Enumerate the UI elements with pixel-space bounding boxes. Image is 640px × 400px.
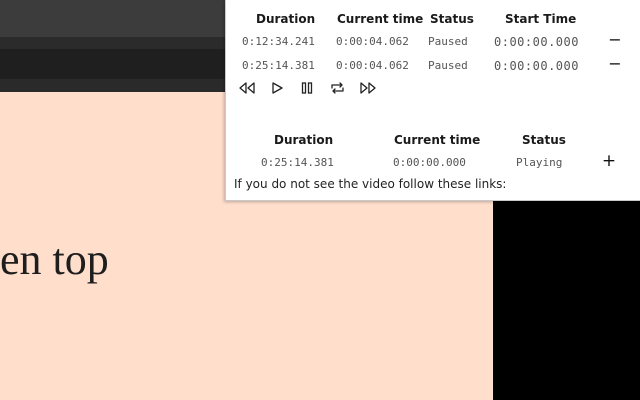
row-start-time: 0:00:00.000: [494, 59, 579, 73]
play-icon[interactable]: [268, 80, 286, 96]
table1-header-current-time: Current time: [337, 12, 424, 26]
rewind-icon[interactable]: [238, 80, 256, 96]
table2-header-status: Status: [522, 133, 566, 147]
table2-header-duration: Duration: [274, 133, 334, 147]
row-current-time: 0:00:04.062: [336, 35, 409, 48]
row-duration: 0:25:14.381: [261, 156, 334, 169]
pause-icon[interactable]: [298, 80, 316, 96]
fallback-links-note: If you do not see the video follow these…: [234, 177, 507, 191]
row-current-time: 0:00:04.062: [336, 59, 409, 72]
row-status: Paused: [428, 35, 468, 48]
remove-row-button[interactable]: −: [606, 56, 624, 72]
table1-header-start-time: Start Time: [505, 12, 577, 26]
add-row-button[interactable]: +: [600, 152, 618, 169]
fast-forward-icon[interactable]: [359, 80, 377, 96]
row-duration: 0:12:34.241: [242, 35, 315, 48]
table1-header-status: Status: [430, 12, 474, 26]
remove-row-button[interactable]: −: [606, 32, 624, 48]
table1-header-duration: Duration: [256, 12, 316, 26]
table2-header-current-time: Current time: [394, 133, 481, 147]
loop-icon[interactable]: [328, 80, 346, 96]
row-duration: 0:25:14.381: [242, 59, 315, 72]
video-caption-text: ven top: [0, 235, 109, 284]
row-status: Playing: [516, 156, 563, 169]
row-start-time: 0:00:00.000: [494, 35, 579, 49]
row-current-time: 0:00:00.000: [393, 156, 466, 169]
media-control-panel: Duration Current time Status Start Time …: [225, 0, 640, 201]
row-status: Paused: [428, 59, 468, 72]
